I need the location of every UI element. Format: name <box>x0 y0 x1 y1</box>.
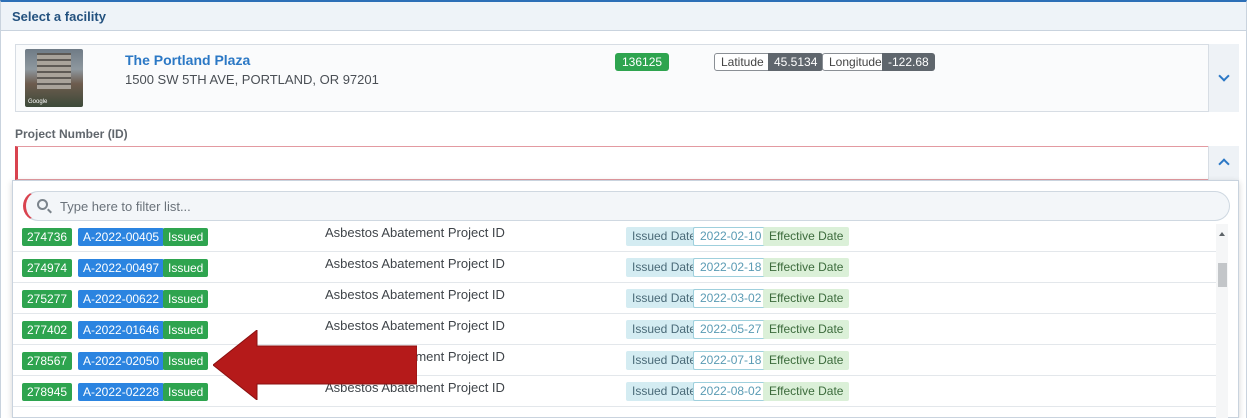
record-id-badge: 274974 <box>22 259 73 277</box>
list-item[interactable]: 274974 A-2022-00497 Issued Asbestos Abateme… <box>13 253 1216 283</box>
issued-date-value: 2022-08-02 <box>693 382 769 401</box>
chevron-down-icon <box>1218 70 1230 82</box>
longitude-label: Longitude <box>822 53 889 71</box>
project-type: Asbestos Abatement Project ID <box>325 287 505 302</box>
list-item[interactable]: 275277 A-2022-00622 Issued Asbestos Abateme… <box>13 284 1216 314</box>
filter-input[interactable] <box>60 198 1160 215</box>
thumbnail-watermark: Google <box>28 99 48 105</box>
red-arrow-pointer <box>213 330 417 400</box>
scroll-up-icon[interactable] <box>1219 232 1225 236</box>
project-type: Asbestos Abatement Project ID <box>325 256 505 271</box>
panel-header: Select a facility <box>0 0 1247 31</box>
longitude-value: -122.68 <box>882 53 935 71</box>
status-badge: Issued <box>163 383 209 401</box>
issued-date-value: 2022-05-27 <box>693 320 769 339</box>
facility-address: 1500 SW 5TH AVE, PORTLAND, OR 97201 <box>125 72 379 87</box>
status-badge: Issued <box>163 352 209 370</box>
status-badge: Issued <box>163 321 209 339</box>
project-number-badge: A-2022-00405 <box>78 228 165 246</box>
scrollbar-thumb[interactable] <box>1218 263 1227 287</box>
issued-date-label: Issued Date <box>626 289 703 308</box>
issued-date-label: Issued Date <box>626 227 703 246</box>
record-id-badge: 277402 <box>22 321 73 339</box>
project-number-collapse-button[interactable] <box>1208 146 1239 180</box>
issued-date-label: Issued Date <box>626 320 703 339</box>
facility-expand-button[interactable] <box>1208 44 1239 112</box>
issued-date-value: 2022-03-02 <box>693 289 769 308</box>
list-item[interactable]: 278945 A-2022-02228 Issued Asbestos Abateme… <box>13 377 1216 407</box>
status-badge: Issued <box>163 259 209 277</box>
effective-date-label: Effective Date <box>763 320 850 339</box>
list-item[interactable]: 278567A-2022-02050IssuedAsbestos Abateme… <box>13 346 1216 376</box>
record-id-badge: 275277 <box>22 290 73 308</box>
project-number-select[interactable] <box>15 146 1239 180</box>
project-number-badge: A-2022-02228 <box>78 383 165 401</box>
effective-date-label: Effective Date <box>763 227 850 246</box>
latitude-label: Latitude <box>714 53 771 71</box>
project-number-badge: A-2022-01646 <box>78 321 165 339</box>
project-number-badge: A-2022-02050 <box>78 352 165 370</box>
status-badge: Issued <box>163 228 209 246</box>
issued-date-value: 2022-02-10 <box>693 227 769 246</box>
issued-date-label: Issued Date <box>626 382 703 401</box>
issued-date-label: Issued Date <box>626 258 703 277</box>
chevron-up-icon <box>1218 158 1230 170</box>
search-icon <box>37 199 48 210</box>
effective-date-label: Effective Date <box>763 258 850 277</box>
issued-date-value: 2022-02-18 <box>693 258 769 277</box>
issued-date-label: Issued Date <box>626 351 703 370</box>
project-list: 274736 A-2022-00405 Issued Asbestos Abateme… <box>13 224 1216 418</box>
effective-date-label: Effective Date <box>763 289 850 308</box>
scrollbar[interactable] <box>1216 224 1228 418</box>
list-item[interactable]: 274736 A-2022-00405 Issued Asbestos Abateme… <box>13 224 1216 252</box>
building-image <box>37 53 71 89</box>
effective-date-label: Effective Date <box>763 351 850 370</box>
filter-box[interactable] <box>23 191 1230 221</box>
facility-name[interactable]: The Portland Plaza <box>125 52 250 68</box>
issued-date-value: 2022-07-18 <box>693 351 769 370</box>
project-type: Asbestos Abatement Project ID <box>325 225 505 240</box>
project-number-badge: A-2022-00497 <box>78 259 165 277</box>
list-item[interactable]: 277402 A-2022-01646 Issued Asbestos Abateme… <box>13 315 1216 345</box>
facility-id-badge: 136125 <box>615 53 670 71</box>
record-id-badge: 278567 <box>22 352 73 370</box>
record-id-badge: 274736 <box>22 228 73 246</box>
facility-thumbnail: Google <box>25 49 83 107</box>
latitude-value: 45.5134 <box>768 53 824 71</box>
record-id-badge: 278945 <box>22 383 73 401</box>
panel-title: Select a facility <box>12 9 106 24</box>
effective-date-label: Effective Date <box>763 382 850 401</box>
status-badge: Issued <box>163 290 209 308</box>
project-number-badge: A-2022-00622 <box>78 290 165 308</box>
project-number-label: Project Number (ID) <box>15 127 128 141</box>
